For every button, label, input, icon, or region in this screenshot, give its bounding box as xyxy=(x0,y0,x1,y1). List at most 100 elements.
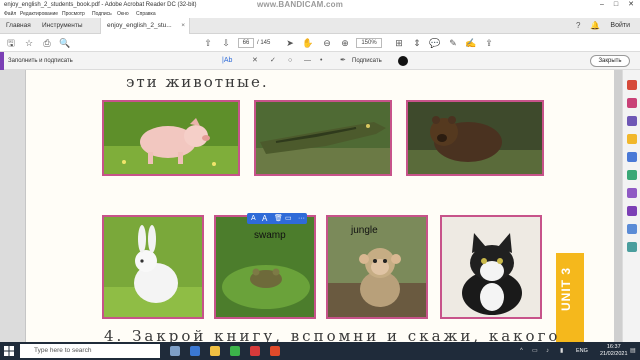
fill-sign-tool-icon[interactable] xyxy=(627,188,637,198)
exercise-heading: 4. Закрой книгу, вспомни и скажи, какого xyxy=(104,327,561,342)
sign-button[interactable]: Подписать xyxy=(352,52,382,70)
color-picker[interactable] xyxy=(398,56,408,66)
dot-tool-icon[interactable]: • xyxy=(320,52,322,70)
more-options-icon[interactable]: ··· xyxy=(298,213,305,224)
photo-bear xyxy=(406,100,544,176)
fill-sign-label: Заполнить и подписать xyxy=(8,58,73,64)
save-icon[interactable]: 🖫 xyxy=(4,36,18,50)
tab-home[interactable]: Главная xyxy=(6,18,31,34)
convert-icon[interactable]: ▭ xyxy=(285,213,292,224)
battery-icon[interactable]: ▮ xyxy=(560,342,563,360)
bandicam-watermark: www.BANDICAM.com xyxy=(257,0,344,9)
zoom-select[interactable]: 150% xyxy=(356,38,382,48)
annotation-swamp[interactable]: swamp xyxy=(254,230,286,241)
share-icon[interactable]: ⇪ xyxy=(482,36,496,50)
menu-bar: Файл Редактирование Просмотр Подпись Окн… xyxy=(0,10,640,18)
decrease-font-icon[interactable]: A xyxy=(251,213,256,224)
right-tools-panel xyxy=(622,70,640,342)
bookmark-star-icon[interactable]: ☆ xyxy=(22,36,36,50)
help-icon[interactable]: ? xyxy=(576,18,580,34)
tab-document[interactable]: enjoy_english_2_stu... × xyxy=(100,18,190,34)
chrome-icon[interactable] xyxy=(230,346,240,356)
comment-tool-icon[interactable] xyxy=(627,134,637,144)
print-icon[interactable]: ⎙ xyxy=(40,36,54,50)
close-tab-icon[interactable]: × xyxy=(181,18,185,34)
windows-start-icon[interactable] xyxy=(4,346,14,356)
text-annotation-toolbar: A A 🗑 ▭ ··· xyxy=(247,213,307,224)
menu-edit[interactable]: Редактирование xyxy=(20,10,58,18)
volume-icon[interactable]: ♪ xyxy=(546,342,549,360)
page-number-input[interactable]: 66 xyxy=(238,38,254,48)
photo-rabbit xyxy=(102,215,204,319)
highlight-icon[interactable]: ✎ xyxy=(446,36,460,50)
scan-icon[interactable] xyxy=(627,242,637,252)
select-cursor-icon[interactable]: ➤ xyxy=(283,36,297,50)
network-icon[interactable]: ▭ xyxy=(532,342,538,360)
line-tool-icon[interactable]: — xyxy=(304,52,311,70)
menu-sign[interactable]: Подпись xyxy=(92,10,112,18)
photo-pig xyxy=(102,100,240,176)
organize-pages-icon[interactable] xyxy=(627,170,637,180)
cross-tool-icon[interactable]: ✕ xyxy=(252,52,258,70)
menu-file[interactable]: Файл xyxy=(4,10,16,18)
bandicam-taskbar-icon[interactable] xyxy=(270,346,280,356)
taskbar-search-input[interactable]: Type here to search xyxy=(20,344,160,358)
create-pdf-icon[interactable] xyxy=(627,98,637,108)
page-down-icon[interactable]: ⇩ xyxy=(219,36,233,50)
circle-tool-icon[interactable]: ○ xyxy=(288,52,292,70)
close-window-button[interactable]: ✕ xyxy=(625,0,637,10)
window-title: enjoy_english_2_students_book.pdf - Adob… xyxy=(4,2,197,8)
annotation-jungle[interactable]: jungle xyxy=(351,225,378,236)
title-bar: enjoy_english_2_students_book.pdf - Adob… xyxy=(0,0,640,10)
page-up-icon[interactable]: ⇧ xyxy=(201,36,215,50)
menu-window[interactable]: Окно xyxy=(117,10,129,18)
photo-cat xyxy=(440,215,542,319)
bell-icon[interactable]: 🔔 xyxy=(590,18,600,34)
check-tool-icon[interactable]: ✓ xyxy=(270,52,276,70)
maximize-button[interactable]: □ xyxy=(610,0,622,10)
menu-help[interactable]: Справка xyxy=(136,10,156,18)
task-view-icon[interactable] xyxy=(170,346,180,356)
add-text-tool[interactable]: |Ab xyxy=(222,52,232,70)
zoom-in-icon[interactable]: ⊕ xyxy=(338,36,352,50)
minimize-button[interactable]: – xyxy=(596,0,608,10)
language-indicator[interactable]: ENG xyxy=(576,342,588,360)
hand-tool-icon[interactable]: ✋ xyxy=(301,36,315,50)
tab-document-label: enjoy_english_2_stu... xyxy=(107,22,172,29)
comment-icon[interactable]: 💬 xyxy=(428,36,442,50)
pdf-page[interactable]: эти животные. A A 🗑 ▭ ··· swamp jungle U… xyxy=(26,70,614,342)
zoom-out-icon[interactable]: ⊖ xyxy=(320,36,334,50)
tab-tools[interactable]: Инструменты xyxy=(42,18,83,34)
rabbit-image xyxy=(104,217,202,317)
scroll-mode-icon[interactable]: ⇕ xyxy=(410,36,424,50)
send-for-signature-icon[interactable] xyxy=(627,206,637,216)
fill-sign-bar: Заполнить и подписать |Ab ✕ ✓ ○ — • ✒ По… xyxy=(0,52,640,70)
cat-image xyxy=(442,217,540,317)
combine-files-icon[interactable] xyxy=(627,152,637,162)
acrobat-taskbar-icon[interactable] xyxy=(250,346,260,356)
fit-page-icon[interactable]: ⊞ xyxy=(392,36,406,50)
edit-pdf-icon[interactable] xyxy=(627,116,637,126)
close-fill-sign-button[interactable]: Закрыть xyxy=(590,55,630,67)
search-icon[interactable]: 🔍 xyxy=(58,36,72,50)
windows-taskbar: Type here to search ^ ▭ ♪ ▮ ENG 16:37 21… xyxy=(0,342,640,360)
file-explorer-icon[interactable] xyxy=(210,346,220,356)
signature-icon[interactable]: ✍ xyxy=(464,36,478,50)
pen-sign-icon[interactable]: ✒ xyxy=(340,52,346,70)
increase-font-icon[interactable]: A xyxy=(262,213,267,224)
protect-icon[interactable] xyxy=(627,224,637,234)
export-pdf-icon[interactable] xyxy=(627,80,637,90)
tab-bar: Главная Инструменты enjoy_english_2_stu.… xyxy=(0,18,640,34)
signin-button[interactable]: Войти xyxy=(610,18,630,34)
delete-icon[interactable]: 🗑 xyxy=(274,213,283,224)
notifications-icon[interactable]: ▤ xyxy=(630,342,636,360)
page-count: / 145 xyxy=(257,40,271,46)
edge-icon[interactable] xyxy=(190,346,200,356)
fill-sign-accent xyxy=(0,52,4,70)
pig-image xyxy=(104,102,238,174)
page-heading: эти животные. xyxy=(126,73,269,91)
clock[interactable]: 16:37 21/02/2021 xyxy=(600,344,628,358)
tray-chevron-icon[interactable]: ^ xyxy=(520,342,523,360)
menu-view[interactable]: Просмотр xyxy=(62,10,85,18)
crocodile-image xyxy=(256,102,390,174)
